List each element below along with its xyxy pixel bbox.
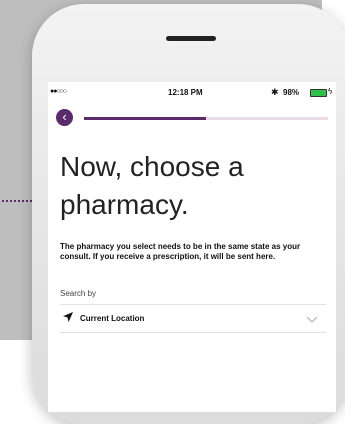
search-by-label: Search by [60,289,97,298]
phone-speaker [166,36,216,41]
back-arrow-icon[interactable]: ‹ [56,109,73,126]
bluetooth-icon: ✱ [271,87,279,97]
battery-icon [310,89,327,97]
battery-percentage: 98% [283,88,300,97]
page-title: Now, choose a pharmacy. [60,151,244,220]
signal-strength-icon: ●●○○○ [50,88,67,95]
progress-fill [84,117,206,120]
status-bar: ●●○○○ 12:18 PM ✱ 98% ϟ [48,82,336,102]
battery-level [311,90,326,96]
status-time: 12:18 PM [168,88,203,97]
selected-search-option: Current Location [80,314,145,323]
chevron-down-icon [306,313,318,327]
progress-bar [84,117,328,120]
page-description: The pharmacy you select needs to be in t… [60,242,301,261]
location-arrow-icon [62,310,74,328]
phone-screen: ●●○○○ 12:18 PM ✱ 98% ϟ ‹ Now, choose a p… [48,82,336,412]
phone-frame: ●●○○○ 12:18 PM ✱ 98% ϟ ‹ Now, choose a p… [32,4,345,424]
search-by-dropdown[interactable]: Current Location [60,304,326,333]
charging-bolt-icon: ϟ [328,87,333,96]
dotted-connector [0,200,32,202]
